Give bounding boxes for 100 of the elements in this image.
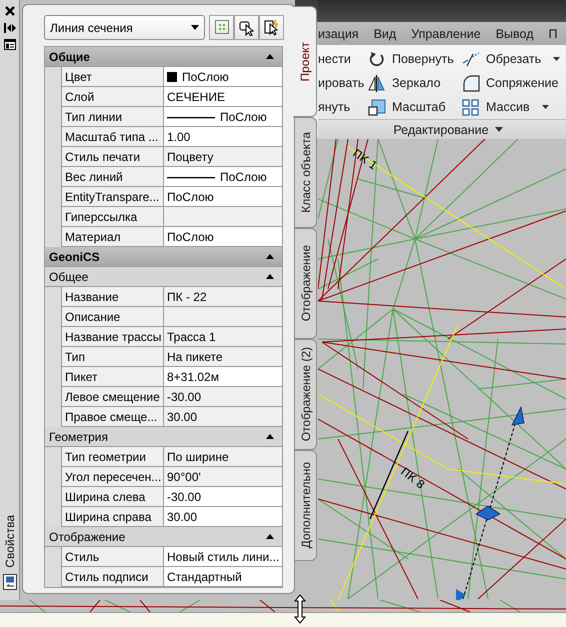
property-name: Цвет (61, 67, 163, 87)
ribbon-button[interactable]: ировать (318, 71, 364, 95)
resize-cursor-icon (293, 594, 307, 624)
ribbon-button[interactable]: Зеркало (368, 71, 441, 95)
property-value[interactable]: СЕЧЕНИЕ (163, 87, 282, 107)
property-name: Название трассы (61, 327, 163, 347)
property-name: Пикет (61, 367, 163, 387)
station-label: ПК 1 (350, 146, 380, 173)
dropdown-caret-icon (191, 25, 199, 30)
station-label: ПК 8 (398, 465, 428, 492)
quick-select-icon (214, 19, 230, 36)
value-cell[interactable]: ПоСлою (163, 107, 282, 127)
property-value[interactable]: 30.00 (163, 407, 282, 427)
collapse-icon[interactable] (266, 534, 274, 539)
property-name: Стиль печати (61, 147, 163, 167)
property-value[interactable]: -30.00 (163, 487, 282, 507)
property-value[interactable]: 30.00 (163, 507, 282, 527)
line-sample-icon (167, 115, 215, 118)
palette-tab[interactable]: Класс объекта (295, 117, 317, 228)
palette-tab[interactable]: Дополнительно (295, 450, 317, 561)
property-name: Правое смеще... (61, 407, 163, 427)
array-icon (462, 98, 480, 116)
property-name: Угол пересечен... (61, 467, 163, 487)
drawing-canvas[interactable]: ПК 1 ПК 8 (318, 139, 566, 600)
collapse-icon[interactable] (266, 274, 274, 279)
property-value[interactable]: По ширине (163, 447, 282, 467)
palette-tab[interactable]: Отображение (2) (295, 339, 317, 450)
property-name: Тип линии (61, 107, 163, 127)
rotate-icon (368, 50, 386, 68)
collapse-icon[interactable] (266, 434, 274, 439)
property-name: Материал (61, 227, 163, 247)
toggle-pickadd-icon (264, 19, 280, 36)
property-value[interactable]: Поцвету (163, 147, 282, 167)
properties-icon[interactable] (4, 39, 16, 50)
property-value: ПоСлою (220, 110, 267, 124)
ribbon-tab[interactable]: Вид (374, 26, 396, 40)
property-name: Левое смещение (61, 387, 163, 407)
property-value: ПоСлою (182, 70, 229, 84)
select-objects-button[interactable] (234, 15, 259, 40)
ribbon-tab[interactable]: изация (318, 26, 359, 40)
property-name: Описание (61, 307, 163, 327)
ribbon-button[interactable]: нести (318, 47, 351, 71)
ribbon-button[interactable]: Обрезать (462, 47, 560, 71)
toggle-pickadd-button[interactable] (259, 15, 284, 40)
property-value[interactable]: Трасса 1 (163, 327, 282, 347)
line-sample-icon (167, 175, 215, 178)
property-name: Вес линий (61, 167, 163, 187)
ribbon-tab[interactable]: Вывод (496, 26, 534, 40)
property-name: Масштаб типа ... (61, 127, 163, 147)
subcategory-header[interactable]: Отображение (45, 527, 282, 547)
property-name: Ширина справа (61, 507, 163, 527)
property-value[interactable]: 1.00 (163, 127, 282, 147)
property-value[interactable]: На пикете (163, 347, 282, 367)
ribbon-button[interactable]: януть (318, 95, 350, 119)
ribbon-tab[interactable]: П (548, 26, 558, 40)
property-value[interactable]: ПоСлою (163, 187, 282, 207)
close-icon[interactable] (4, 5, 16, 17)
subcategory-header[interactable]: Общее (45, 267, 282, 287)
property-name: Название (61, 287, 163, 307)
property-name: Стиль (61, 547, 163, 567)
trim-icon (462, 50, 480, 68)
property-value[interactable]: Новый стиль лини... (163, 547, 282, 567)
dropdown-caret-icon (494, 127, 503, 132)
mirror-icon (368, 74, 386, 92)
property-value: ПоСлою (220, 170, 267, 184)
value-cell[interactable]: ПоСлою (163, 67, 282, 87)
property-value[interactable]: 8+31.02м (163, 367, 282, 387)
fillet-icon (462, 74, 480, 92)
property-value[interactable]: ПоСлою (163, 227, 282, 247)
select-objects-icon (238, 19, 254, 36)
property-value[interactable]: 90°00' (163, 467, 282, 487)
property-value[interactable]: Стандартный (163, 567, 282, 587)
ribbon-button[interactable]: Сопряжение (462, 71, 558, 95)
collapse-icon[interactable] (266, 254, 274, 259)
grip-drawing[interactable] (456, 406, 524, 600)
scale-icon (368, 98, 386, 116)
ribbon-button[interactable]: Массив (462, 95, 549, 119)
drawing-canvas[interactable] (0, 600, 566, 612)
palette-settings-icon[interactable] (2, 574, 16, 590)
quick-select-button[interactable] (209, 15, 234, 40)
property-name: Гиперссылка (61, 207, 163, 227)
property-name: Тип геометрии (61, 447, 163, 467)
auto-hide-icon[interactable] (4, 23, 16, 33)
ribbon-tab[interactable]: Управление (411, 26, 481, 40)
palette-tab[interactable]: Проект (293, 6, 317, 117)
object-type-dropdown[interactable]: Линия сечения (44, 15, 205, 40)
property-value[interactable]: -30.00 (163, 387, 282, 407)
palette-tab[interactable]: Отображение (295, 228, 317, 339)
property-name: Ширина слева (61, 487, 163, 507)
property-name: Стиль подписи (61, 567, 163, 587)
ribbon-button[interactable]: Масштаб (368, 95, 446, 119)
property-name: Тип (61, 347, 163, 367)
value-cell[interactable]: ПоСлою (163, 167, 282, 187)
ribbon-button[interactable]: Повернуть (368, 47, 454, 71)
category-header[interactable]: GeoniCS (45, 247, 282, 267)
collapse-icon[interactable] (266, 54, 274, 59)
property-value[interactable]: ПК - 22 (163, 287, 282, 307)
category-header[interactable]: Общие (45, 47, 282, 67)
property-name: EntityTranspare... (61, 187, 163, 207)
subcategory-header[interactable]: Геометрия (45, 427, 282, 447)
